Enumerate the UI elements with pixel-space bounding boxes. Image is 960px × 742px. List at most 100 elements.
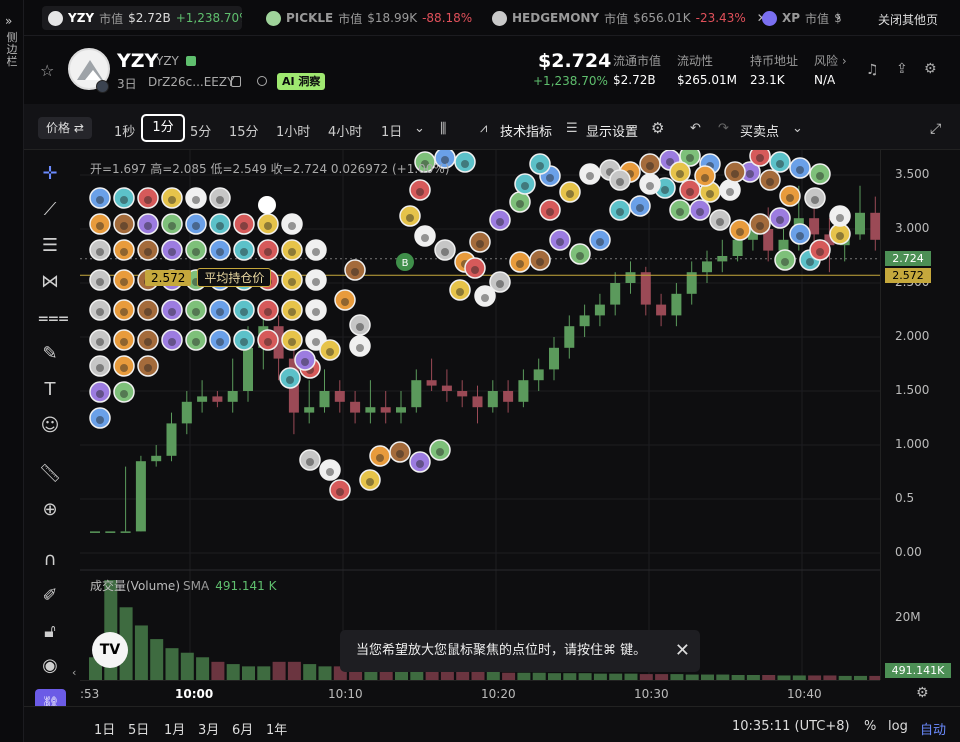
tab-hedgemony[interactable]: HEDGEMONY 市值 $656.01K -23.43% ✕ [492, 6, 770, 30]
tabs-scroll-right-icon[interactable]: › [836, 10, 841, 25]
tab-mc-label: 市值 [805, 11, 830, 26]
trader-avatar-face [476, 240, 484, 248]
sell-marker[interactable] [258, 196, 276, 214]
candle [380, 407, 391, 413]
crosshair-icon[interactable]: ✛ [38, 162, 62, 186]
stat-label: 流通市值 [613, 54, 662, 68]
auto-scale-toggle[interactable]: 自动 [920, 719, 946, 738]
magnet-icon[interactable]: ∩ [38, 548, 62, 572]
candle-type-icon[interactable]: ⫼ [440, 121, 446, 137]
close-icon[interactable]: ✕ [483, 11, 484, 25]
candle [90, 531, 100, 533]
trader-avatar-face [351, 268, 359, 276]
redo-icon[interactable]: ↷ [718, 121, 729, 136]
volume-bar [471, 671, 485, 680]
trendline-icon[interactable]: ⟋ [38, 198, 62, 222]
range-5d[interactable]: 5日 [128, 719, 149, 738]
candlestick-plot[interactable]: B [80, 150, 880, 680]
copy-icon[interactable] [231, 76, 241, 87]
trader-avatar-face [556, 238, 564, 246]
interval-1d[interactable]: 1日 [381, 121, 402, 140]
time-axis[interactable]: :53 10:00 10:10 10:20 10:30 10:40 [80, 680, 880, 706]
trader-avatar-face [168, 248, 176, 256]
tab-xp[interactable]: XP 市值 $ [762, 6, 862, 30]
gear-icon[interactable]: ⚙ [651, 119, 664, 137]
display-settings-button[interactable]: 显示设置 [586, 121, 638, 140]
range-1y[interactable]: 1年 [266, 719, 287, 738]
tab-pickle[interactable]: PICKLE 市值 $18.99K -88.18% ✕ [266, 6, 484, 30]
star-icon[interactable]: ☆ [40, 61, 54, 80]
axis-settings-icon[interactable]: ⚙ [916, 685, 929, 701]
price-tick-label: 0.00 [895, 545, 922, 559]
pattern-icon[interactable]: ⋈ [38, 270, 62, 294]
interval-1s[interactable]: 1秒 [114, 121, 135, 140]
range-3m[interactable]: 3月 [198, 719, 219, 738]
indicators-icon[interactable]: ⩘ [480, 121, 487, 136]
ruler-icon[interactable]: 📏︎ [38, 462, 62, 486]
volume-bar [242, 666, 255, 680]
avg-price-tag: 2.572 [885, 268, 931, 284]
trader-avatar-face [646, 162, 654, 170]
candle [564, 326, 575, 348]
trader-avatar-face [326, 468, 334, 476]
search-icon[interactable] [257, 76, 267, 86]
interval-5m[interactable]: 5分 [190, 121, 211, 140]
trader-avatar-face [836, 232, 844, 240]
close-icon[interactable]: ✕ [675, 630, 690, 672]
volume-bar [272, 661, 286, 680]
stat-risk[interactable]: 风险 › N/A [814, 52, 847, 87]
list-icon[interactable]: ☰ [566, 121, 578, 136]
bell-icon[interactable]: ♫ [866, 62, 879, 78]
interval-15m[interactable]: 15分 [229, 121, 259, 140]
stat-holders: 持币地址 23.1K [750, 52, 798, 87]
time-tick-label: 10:30 [634, 687, 669, 701]
range-1d[interactable]: 1日 [94, 719, 115, 738]
trader-avatar-face [461, 160, 469, 168]
share-icon[interactable]: ⇪ [896, 61, 908, 77]
candle [411, 380, 422, 408]
candle [166, 423, 177, 456]
price-toggle-button[interactable]: 价格 ⇄ [38, 117, 92, 139]
fib-icon[interactable]: ⩶ [38, 306, 69, 330]
buy-sell-points-button[interactable]: 买卖点 [740, 121, 779, 140]
settings-icon[interactable]: ⚙ [924, 61, 937, 77]
undo-icon[interactable]: ↶ [690, 121, 701, 136]
percent-toggle[interactable]: % [864, 719, 876, 734]
tab-change: -23.43% [695, 11, 746, 25]
trader-avatar-face [416, 188, 424, 196]
log-toggle[interactable]: log [888, 719, 908, 734]
zoom-in-icon[interactable]: ⊕ [38, 498, 62, 522]
sidebar-toggle[interactable]: » 侧边栏 [0, 0, 24, 742]
trader-avatar-face [496, 218, 504, 226]
tab-change: +1,238.70% [175, 11, 242, 25]
fullscreen-icon[interactable]: ⤢ [930, 121, 941, 137]
range-1m[interactable]: 1月 [164, 719, 185, 738]
pencil-lock-icon[interactable]: ✐ [38, 584, 62, 608]
chevron-down-icon[interactable]: ⌄ [792, 121, 803, 136]
chevron-down-icon[interactable]: ⌄ [414, 121, 425, 136]
tab-yzy[interactable]: YZY 市值 $2.72B +1,238.70% ✕ [42, 6, 242, 30]
emoji-icon[interactable]: ☺ [38, 414, 62, 438]
range-6m[interactable]: 6月 [232, 719, 253, 738]
trader-avatar-face [144, 308, 152, 316]
interval-4h[interactable]: 4小时 [328, 121, 362, 140]
interval-1m[interactable]: 1分 [141, 114, 185, 142]
eye-icon[interactable]: ◉ [38, 654, 62, 678]
horizontal-lines-icon[interactable]: ☰ [38, 234, 62, 258]
candle [441, 385, 452, 391]
trader-avatar-face [96, 364, 104, 372]
volume-tick-label: 20M [895, 610, 921, 624]
trader-avatar-face [192, 308, 200, 316]
tradingview-logo[interactable]: TV [92, 632, 128, 668]
price-axis[interactable]: 3.5003.0002.5002.0001.5001.0000.50.0020M… [880, 150, 960, 680]
brush-icon[interactable]: ✎ [38, 342, 62, 366]
clock[interactable]: 10:35:11 (UTC+8) [732, 719, 850, 734]
collapse-toolbar-icon[interactable]: ‹ [72, 666, 76, 679]
ai-insight-button[interactable]: AI 洞察 [277, 73, 326, 90]
trader-avatar-face [216, 248, 224, 256]
indicators-button[interactable]: 技术指标 [500, 121, 552, 140]
close-other-tabs-button[interactable]: 关闭其他页 [878, 11, 938, 28]
lock-icon[interactable]: 🔓︎ [38, 620, 62, 644]
text-icon[interactable]: T [38, 378, 62, 402]
interval-1h[interactable]: 1小时 [276, 121, 310, 140]
